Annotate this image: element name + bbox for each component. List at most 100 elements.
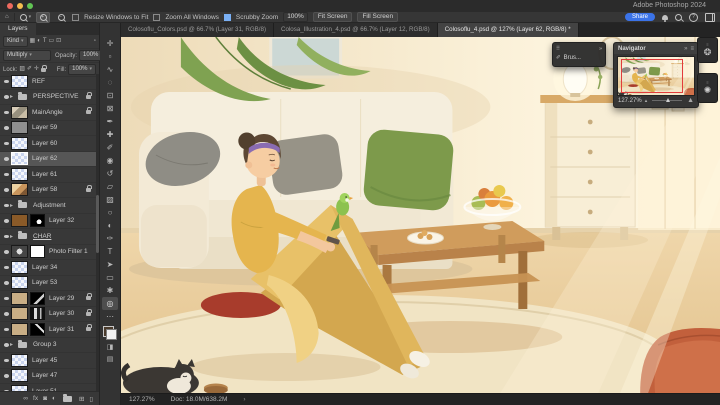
visibility-eye-icon[interactable] <box>2 142 10 146</box>
visibility-eye-icon[interactable] <box>2 219 10 223</box>
gradient-tool[interactable]: ▨ <box>102 193 118 206</box>
document-tab[interactable]: Colosa_Illustration_4.psd @ 66.7% (Layer… <box>274 23 438 37</box>
layers-scrollbar[interactable] <box>96 74 99 392</box>
layer-name[interactable]: Layer 32 <box>49 217 74 224</box>
layer-row[interactable]: ▸ Layer 58 <box>0 183 96 198</box>
layer-mask-thumbnail[interactable] <box>30 291 45 305</box>
brushes-float-panel[interactable]: ⠿ » ✐ Brus... <box>552 42 606 67</box>
layer-row[interactable]: ▸ Layer 53 <box>0 276 96 291</box>
new-group-icon[interactable] <box>62 393 72 402</box>
navigator-thumbnail[interactable] <box>617 56 695 96</box>
collapsed-panel-color-wheel[interactable]: ≡ ❂ <box>697 37 718 63</box>
home-icon[interactable]: ⌂ <box>5 13 9 22</box>
group-expand-arrow[interactable]: ▸ <box>10 202 16 209</box>
layer-row[interactable]: ▸ REF <box>0 74 96 90</box>
layer-name[interactable]: Photo Filter 1 <box>49 248 88 255</box>
delete-layer-icon[interactable]: ▯ <box>89 395 93 403</box>
layer-mask-thumbnail[interactable] <box>30 214 45 228</box>
add-layer-mask-icon[interactable]: ◙ <box>43 395 47 402</box>
layer-name[interactable]: REF <box>32 78 45 85</box>
move-tool[interactable]: ✛ <box>102 37 118 50</box>
layer-thumbnail[interactable] <box>11 136 28 150</box>
layer-row[interactable]: ▸ Layer 45 <box>0 353 96 369</box>
layer-row[interactable]: ▸ Layer 30 <box>0 307 96 322</box>
zoom-in-mountain-icon[interactable]: ▲ <box>687 97 694 104</box>
zoom-in-button[interactable]: + <box>36 11 51 23</box>
layer-name[interactable]: Group 3 <box>33 341 57 348</box>
layer-name[interactable]: Layer 47 <box>32 372 57 379</box>
clone-stamp-tool[interactable]: ◉ <box>102 154 118 167</box>
layer-name[interactable]: Layer 61 <box>32 171 57 178</box>
group-expand-arrow[interactable]: ▸ <box>10 341 16 348</box>
layer-name[interactable]: PERSPECTIVE <box>33 93 79 100</box>
visibility-eye-icon[interactable] <box>2 281 10 285</box>
layer-name[interactable]: Layer 62 <box>32 155 57 162</box>
help-icon[interactable]: ? <box>689 12 698 22</box>
healing-brush-tool[interactable]: ✚ <box>102 128 118 141</box>
filter-smart-object-icon[interactable]: ⊡ <box>56 37 61 46</box>
layer-thumbnail[interactable] <box>11 291 28 305</box>
panel-menu-icon[interactable]: ≡ <box>690 46 694 52</box>
visibility-eye-icon[interactable] <box>2 188 10 192</box>
visibility-eye-icon[interactable] <box>2 297 10 301</box>
layer-row[interactable]: ▸ CHAR <box>0 229 96 245</box>
visibility-eye-icon[interactable] <box>2 374 10 378</box>
eyedropper-tool[interactable]: ✒ <box>102 115 118 128</box>
layer-mask-thumbnail[interactable] <box>30 322 45 336</box>
visibility-eye-icon[interactable] <box>2 235 10 239</box>
crop-tool[interactable]: ⊡ <box>102 89 118 102</box>
pen-tool[interactable]: ✑ <box>102 232 118 245</box>
blur-tool[interactable]: ○ <box>102 206 118 219</box>
filter-pixel-icon[interactable]: ▦ <box>30 37 36 46</box>
layer-row[interactable]: ▸ Photo Filter 1 <box>0 245 96 260</box>
layer-thumbnail[interactable] <box>11 183 28 197</box>
lock-pixels-icon[interactable]: ✐ <box>27 65 32 74</box>
layer-mask-thumbnail[interactable] <box>30 245 45 259</box>
layer-name[interactable]: Layer 30 <box>49 310 74 317</box>
layer-thumbnail[interactable] <box>11 105 28 119</box>
object-selection-tool[interactable]: ◌ <box>102 76 118 89</box>
visibility-eye-icon[interactable] <box>2 111 10 115</box>
collapse-icon[interactable]: » <box>684 46 687 52</box>
layer-row[interactable]: ▸ Layer 29 <box>0 291 96 307</box>
visibility-eye-icon[interactable] <box>2 80 10 84</box>
zoom-all-windows-checkbox[interactable] <box>153 13 161 21</box>
layer-name[interactable]: Layer 34 <box>32 264 57 271</box>
brush-tool[interactable]: ✐ <box>102 141 118 154</box>
layer-thumbnail[interactable] <box>11 353 28 367</box>
color-swatches[interactable] <box>103 326 117 340</box>
zoom-tool-preset[interactable]: ▾ <box>19 13 31 21</box>
layer-name[interactable]: CHAR <box>33 233 51 240</box>
layer-thumbnail[interactable] <box>11 245 28 259</box>
visibility-eye-icon[interactable] <box>2 266 10 270</box>
layer-name[interactable]: MainAngle <box>32 109 63 116</box>
document-tab-active[interactable]: Colosoflu_4.psd @ 127% (Layer 62, RGB/8)… <box>437 23 579 37</box>
type-tool[interactable]: T <box>102 245 118 258</box>
dodge-tool[interactable]: ◐ <box>102 219 118 232</box>
zoom-out-button[interactable]: − <box>55 13 67 22</box>
layer-row[interactable]: ▸ Layer 34 <box>0 260 96 276</box>
share-button[interactable]: Share <box>624 13 655 21</box>
layer-thumbnail[interactable] <box>11 276 28 290</box>
drag-handle-icon[interactable]: ⠿ <box>556 46 560 52</box>
navigator-view-box[interactable] <box>621 59 683 93</box>
path-selection-tool[interactable]: ➤ <box>102 258 118 271</box>
status-menu-chevron-icon[interactable]: › <box>243 396 245 403</box>
layer-row[interactable]: ▸ Layer 62 <box>0 151 96 167</box>
shape-tool[interactable]: ▭ <box>102 271 118 284</box>
hand-tool[interactable]: ✱ <box>102 284 118 297</box>
filter-kind-dropdown[interactable]: Kind ▾ <box>3 36 28 47</box>
visibility-eye-icon[interactable] <box>2 173 10 177</box>
layer-row[interactable]: ▸ Group 3 <box>0 338 96 353</box>
lock-position-icon[interactable]: ✛ <box>34 65 39 74</box>
layer-effects-icon[interactable]: fx <box>33 395 38 402</box>
layer-row[interactable]: ▸ Layer 47 <box>0 369 96 384</box>
lasso-tool[interactable]: ∿ <box>102 63 118 76</box>
scrubby-zoom-checkbox[interactable] <box>223 13 231 21</box>
visibility-eye-icon[interactable] <box>2 126 10 130</box>
layer-name[interactable]: Layer 58 <box>32 186 57 193</box>
background-color-swatch[interactable] <box>106 329 117 340</box>
layer-row[interactable]: ▸ Layer 32 <box>0 214 96 229</box>
visibility-eye-icon[interactable] <box>2 204 10 208</box>
adjustment-layer-icon[interactable]: ◐ <box>52 395 56 402</box>
